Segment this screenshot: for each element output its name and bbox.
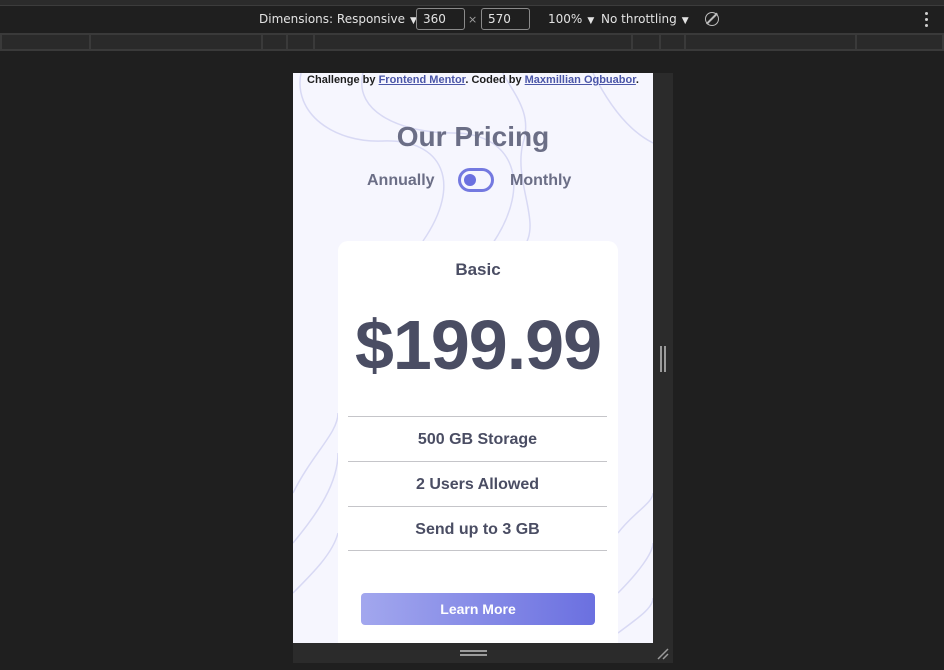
rotate-icon[interactable]	[705, 12, 719, 26]
chevron-down-icon: ▼	[681, 16, 689, 26]
more-options-icon[interactable]	[925, 12, 929, 28]
ruler-segment[interactable]	[686, 35, 855, 49]
dimensions-dropdown[interactable]: Dimensions: Responsive ▼	[259, 6, 417, 33]
resize-handle-right[interactable]	[660, 346, 666, 372]
attribution-text: Challenge by Frontend Mentor. Coded by M…	[293, 73, 653, 87]
plan-price: $199.99	[354, 306, 602, 384]
media-query-ruler	[0, 33, 944, 51]
pricing-card-basic: Basic $199.99 500 GB Storage 2 Users All…	[338, 241, 618, 643]
throttling-label: No throttling	[601, 12, 677, 26]
attribution-middle: . Coded by	[465, 74, 525, 86]
page-title: Our Pricing	[396, 121, 550, 152]
monthly-label: Monthly	[510, 172, 572, 189]
device-viewport: Challenge by Frontend Mentor. Coded by M…	[293, 73, 653, 643]
dimensions-label: Dimensions: Responsive	[259, 12, 405, 26]
ruler-segment[interactable]	[2, 35, 89, 49]
feature-storage: 500 GB Storage	[348, 416, 607, 461]
billing-toggle[interactable]	[458, 168, 494, 192]
resize-handle-bottom[interactable]	[460, 650, 487, 656]
attribution-prefix: Challenge by	[307, 74, 379, 86]
annually-label: Annually	[367, 172, 435, 189]
chevron-down-icon: ▼	[587, 16, 595, 26]
feature-list: 500 GB Storage 2 Users Allowed Send up t…	[348, 416, 607, 551]
author-link[interactable]: Maxmillian Ogbuabor	[525, 74, 636, 86]
toggle-knob	[464, 174, 476, 186]
plan-name: Basic	[455, 260, 501, 279]
ruler-segment[interactable]	[263, 35, 286, 49]
feature-users: 2 Users Allowed	[348, 461, 607, 506]
frontend-mentor-link[interactable]: Frontend Mentor	[379, 74, 466, 86]
resize-corner-icon[interactable]	[656, 647, 669, 660]
ruler-segment[interactable]	[288, 35, 313, 49]
dimension-separator: ×	[468, 13, 478, 26]
ruler-segment[interactable]	[857, 35, 942, 49]
zoom-dropdown[interactable]: 100% ▼	[548, 6, 594, 33]
ruler-segment[interactable]	[91, 35, 261, 49]
zoom-label: 100%	[548, 12, 583, 26]
width-input[interactable]: 360	[416, 8, 465, 30]
feature-send-limit: Send up to 3 GB	[348, 506, 607, 551]
height-input[interactable]: 570	[481, 8, 530, 30]
ruler-segment[interactable]	[661, 35, 684, 49]
learn-more-button[interactable]: Learn More	[361, 593, 595, 625]
throttling-dropdown[interactable]: No throttling ▼	[601, 6, 689, 33]
ruler-segment[interactable]	[633, 35, 659, 49]
ruler-segment[interactable]	[315, 35, 631, 49]
attribution-suffix: .	[635, 74, 639, 86]
device-toolbar: Dimensions: Responsive ▼ 360 × 570 100% ▼ …	[0, 6, 944, 33]
